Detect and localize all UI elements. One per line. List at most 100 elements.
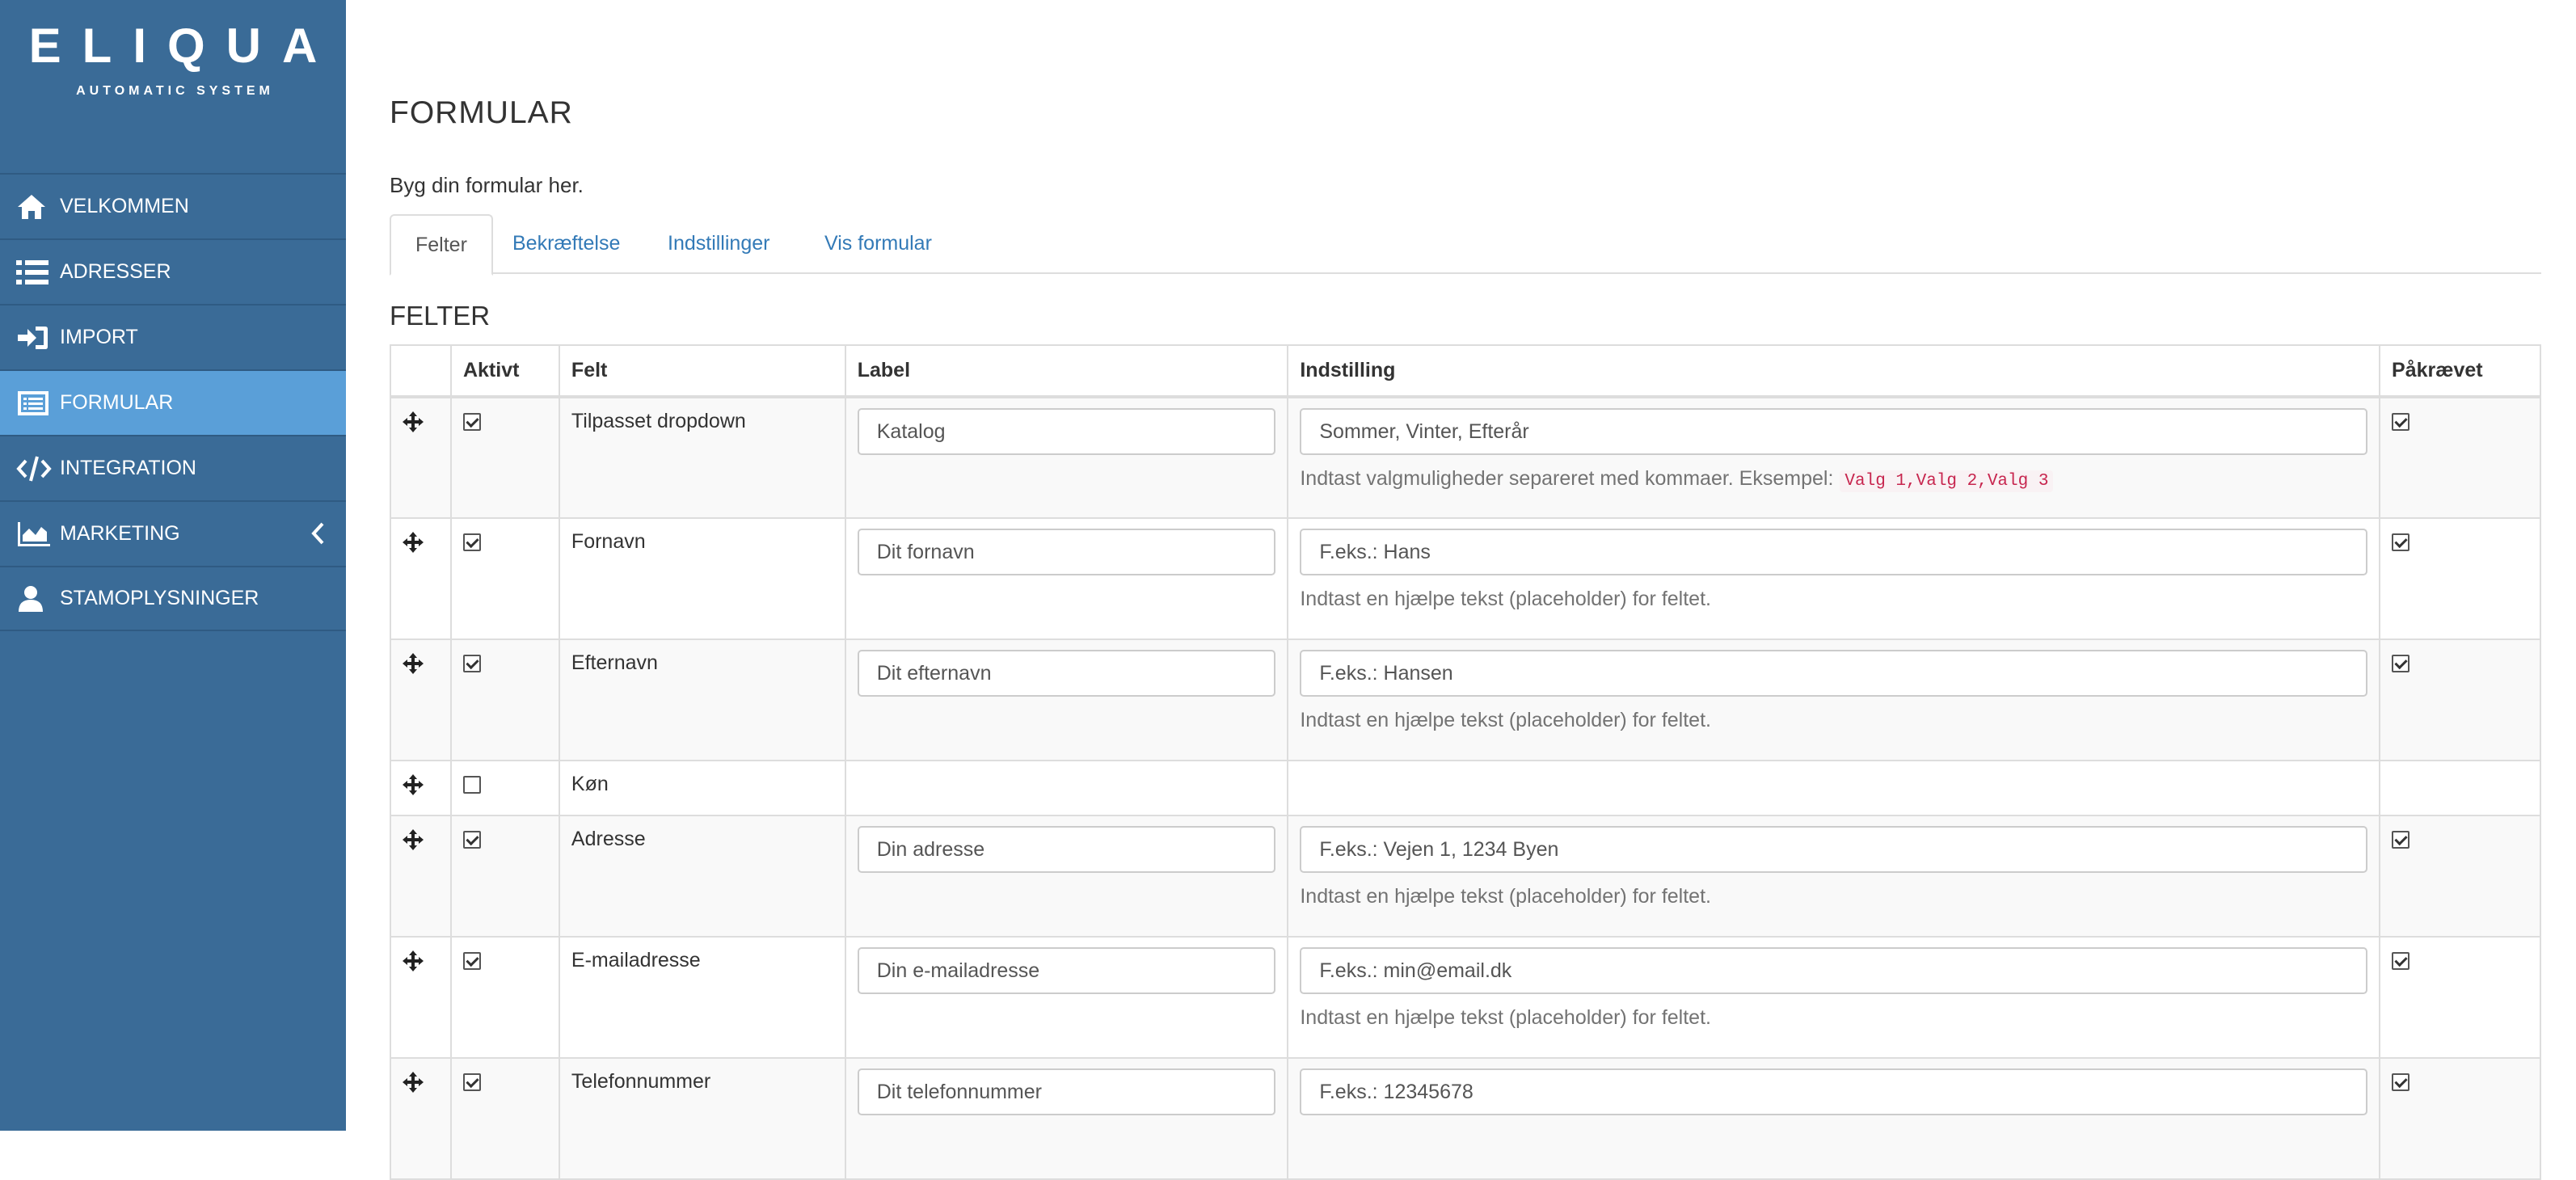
required-checkbox[interactable] xyxy=(2392,1073,2410,1091)
active-checkbox[interactable] xyxy=(462,952,481,970)
sidebar-item-label: MARKETING xyxy=(60,522,180,545)
sidebar-item-label: VELKOMMEN xyxy=(60,195,189,217)
active-cell xyxy=(449,396,560,519)
setting-input[interactable]: F.eks.: Vejen 1, 1234 Byen xyxy=(1300,826,2368,873)
user-icon xyxy=(16,584,52,613)
logo[interactable]: ELIQUA AUTOMATIC SYSTEM xyxy=(0,0,346,173)
page-description: Byg din formular her. xyxy=(390,173,584,197)
help-text: Indtast en hjælpe tekst (placeholder) fo… xyxy=(1300,1006,1711,1029)
active-cell xyxy=(449,936,560,1059)
label-input[interactable]: Dit fornavn xyxy=(857,529,1276,575)
field-name: Tilpasset dropdown xyxy=(558,396,846,519)
drag-cell xyxy=(390,396,452,519)
sidebar-item-label: INTEGRATION xyxy=(60,457,196,479)
chevron-left-icon[interactable] xyxy=(310,521,327,551)
move-icon[interactable] xyxy=(403,532,424,553)
help-text-label: Indtast valgmuligheder separeret med kom… xyxy=(1300,467,1834,490)
move-icon[interactable] xyxy=(403,653,424,674)
drag-cell xyxy=(390,936,452,1059)
table-header-row: Aktivt Felt Label Indstilling Påkrævet xyxy=(390,344,2541,398)
required-checkbox[interactable] xyxy=(2392,952,2410,970)
drag-cell xyxy=(390,638,452,761)
sidebar-item-formular[interactable]: FORMULAR xyxy=(0,369,346,435)
setting-cell: F.eks.: min@email.dk Indtast en hjælpe t… xyxy=(1287,936,2381,1059)
sidebar-item-label: IMPORT xyxy=(60,326,138,348)
active-cell xyxy=(449,638,560,761)
label-cell: Katalog xyxy=(844,396,1289,519)
sidebar-item-label: FORMULAR xyxy=(60,391,174,414)
move-icon[interactable] xyxy=(403,950,424,971)
label-input[interactable]: Katalog xyxy=(857,408,1276,455)
active-cell xyxy=(449,815,560,938)
page-title: FORMULAR xyxy=(390,95,573,130)
tab-vis-formular[interactable]: Vis formular xyxy=(800,214,956,274)
label-input[interactable]: Dit efternavn xyxy=(857,650,1276,697)
active-checkbox[interactable] xyxy=(462,413,481,431)
setting-input[interactable]: F.eks.: 12345678 xyxy=(1300,1068,2368,1115)
sidebar-item-adresser[interactable]: ADRESSER xyxy=(0,238,346,304)
active-checkbox[interactable] xyxy=(462,776,481,794)
table-row: Telefonnummer Dit telefonnummer F.eks.: … xyxy=(390,1057,2541,1180)
active-checkbox[interactable] xyxy=(462,533,481,551)
required-cell xyxy=(2379,1057,2541,1180)
required-checkbox[interactable] xyxy=(2392,413,2410,431)
sidebar-item-import[interactable]: IMPORT xyxy=(0,304,346,369)
setting-input[interactable]: F.eks.: min@email.dk xyxy=(1300,947,2368,994)
column-header-active: Aktivt xyxy=(449,344,560,398)
setting-input[interactable]: F.eks.: Hans xyxy=(1300,529,2368,575)
label-cell: Dit telefonnummer xyxy=(844,1057,1289,1180)
required-cell xyxy=(2379,815,2541,938)
required-checkbox[interactable] xyxy=(2392,655,2410,672)
setting-cell xyxy=(1287,760,2381,816)
logo-tagline: AUTOMATIC SYSTEM xyxy=(76,84,274,98)
sidebar-nav: VELKOMMEN ADRESSER IMPORT FORMULAR INTEG… xyxy=(0,173,346,631)
tab-bekraeftelse[interactable]: Bekræftelse xyxy=(488,214,644,274)
active-checkbox[interactable] xyxy=(462,831,481,849)
setting-input[interactable]: F.eks.: Hansen xyxy=(1300,650,2368,697)
setting-cell: F.eks.: Hans Indtast en hjælpe tekst (pl… xyxy=(1287,517,2381,640)
list-icon xyxy=(16,258,52,287)
label-cell: Dit fornavn xyxy=(844,517,1289,640)
label-cell xyxy=(844,760,1289,816)
table-row: Fornavn Dit fornavn F.eks.: Hans Indtast… xyxy=(390,517,2541,640)
home-icon xyxy=(16,192,52,221)
move-icon[interactable] xyxy=(403,411,424,432)
required-checkbox[interactable] xyxy=(2392,831,2410,849)
setting-cell: Sommer, Vinter, Efterår Indtast valgmuli… xyxy=(1287,396,2381,519)
active-checkbox[interactable] xyxy=(462,1073,481,1091)
sidebar: ELIQUA AUTOMATIC SYSTEM VELKOMMEN ADRESS… xyxy=(0,0,346,1131)
sidebar-item-integration[interactable]: INTEGRATION xyxy=(0,435,346,500)
code-icon xyxy=(16,454,52,483)
label-input[interactable]: Dit telefonnummer xyxy=(857,1068,1276,1115)
required-cell xyxy=(2379,396,2541,519)
move-icon[interactable] xyxy=(403,1072,424,1093)
required-cell xyxy=(2379,760,2541,816)
sidebar-item-velkommen[interactable]: VELKOMMEN xyxy=(0,173,346,238)
table-row: Efternavn Dit efternavn F.eks.: Hansen I… xyxy=(390,638,2541,761)
form-list-icon xyxy=(16,389,52,418)
table-row: Køn xyxy=(390,760,2541,816)
field-name: E-mailadresse xyxy=(558,936,846,1059)
move-icon[interactable] xyxy=(403,829,424,850)
setting-input[interactable]: Sommer, Vinter, Efterår xyxy=(1300,408,2368,455)
label-input[interactable]: Din adresse xyxy=(857,826,1276,873)
active-cell xyxy=(449,1057,560,1180)
drag-cell xyxy=(390,1057,452,1180)
tab-indstillinger[interactable]: Indstillinger xyxy=(643,214,794,274)
column-header-required: Påkrævet xyxy=(2379,344,2541,398)
move-icon[interactable] xyxy=(403,774,424,795)
logo-wordmark: ELIQUA xyxy=(28,19,339,73)
sign-in-icon xyxy=(16,323,52,352)
tab-felter[interactable]: Felter xyxy=(390,214,493,276)
field-name: Adresse xyxy=(558,815,846,938)
sidebar-item-stamoplysninger[interactable]: STAMOPLYSNINGER xyxy=(0,566,346,631)
column-header-setting: Indstilling xyxy=(1287,344,2381,398)
field-name: Telefonnummer xyxy=(558,1057,846,1180)
sidebar-item-marketing[interactable]: MARKETING xyxy=(0,500,346,566)
active-checkbox[interactable] xyxy=(462,655,481,672)
label-cell: Din adresse xyxy=(844,815,1289,938)
table-row: E-mailadresse Din e-mailadresse F.eks.: … xyxy=(390,936,2541,1059)
required-checkbox[interactable] xyxy=(2392,533,2410,551)
field-name: Efternavn xyxy=(558,638,846,761)
label-input[interactable]: Din e-mailadresse xyxy=(857,947,1276,994)
